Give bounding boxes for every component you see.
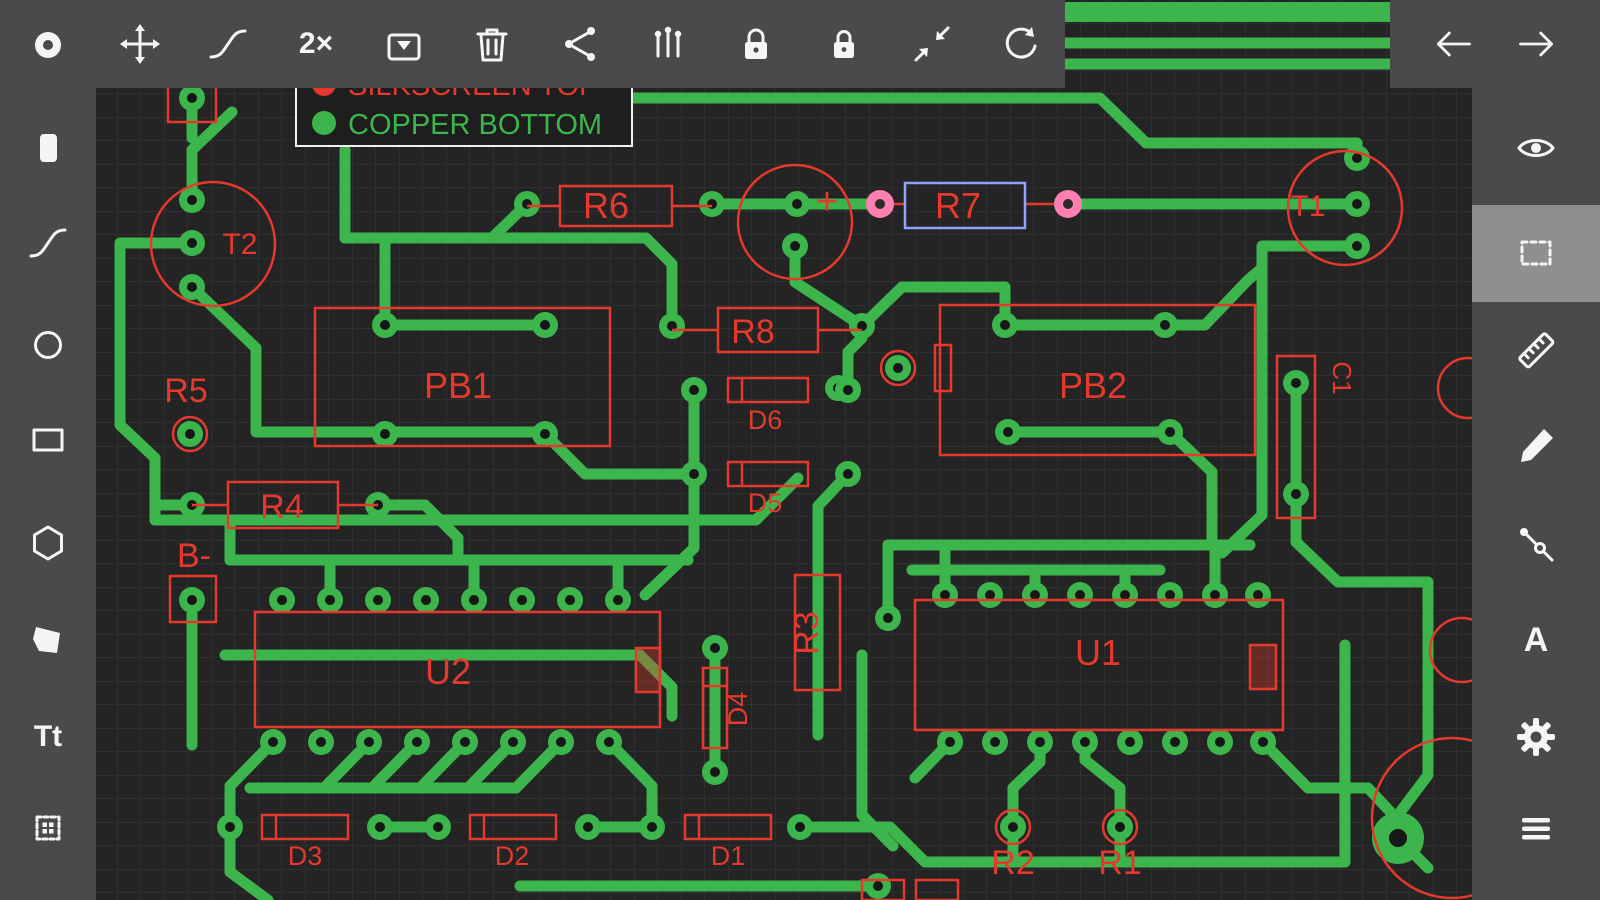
component-label: R8 [731,313,774,351]
component-label: D4 [723,692,753,727]
hexagon-tool-button[interactable] [20,515,76,571]
pad-round-icon [35,32,61,58]
route-trace-button[interactable] [200,16,256,72]
pin-header-icon [654,26,682,58]
hamburger-menu-icon [1522,818,1550,840]
component-label: D2 [495,841,530,871]
lock-alt-icon [834,30,854,58]
legend-label-copper: COPPER BOTTOM [348,109,602,141]
component-label: R3 [788,611,826,654]
undo-redo-nav [1390,0,1600,88]
text-tool-label: Tt [33,720,63,753]
import-box-icon [387,33,421,61]
pen-icon [1521,429,1553,462]
nodes-wire-icon [1520,528,1554,562]
import-component-button[interactable] [376,16,432,72]
view-tool-button[interactable] [1508,120,1564,176]
route-trace-icon [209,29,247,59]
back-button[interactable] [1425,16,1481,72]
net-share-icon [565,27,595,61]
hexagon-icon [33,525,63,561]
measure-tool-button[interactable] [1508,322,1564,378]
lock-alt-button[interactable] [816,16,872,72]
snap-merge-icon [914,26,950,62]
forward-button[interactable] [1509,16,1565,72]
component-label: D5 [748,488,783,518]
menu-button[interactable] [1508,800,1564,856]
polygon-tool-button[interactable] [20,612,76,668]
pcb-canvas[interactable]: T2 T1 + R6 R7 R8 PB1 PB2 R5 R4 B- R3 D6 D5 D4 U2 U1 D3 D2 D… [0,0,1600,900]
component-label: R7 [935,185,981,226]
component-label: + [816,181,838,223]
trace-icon [29,228,67,258]
select-tool-button[interactable] [1508,225,1564,281]
component-label: T1 [1290,190,1325,223]
lock-button[interactable] [728,16,784,72]
ic-chip-icon [35,815,61,841]
component-label: R2 [991,844,1034,882]
component-label: U1 [1075,632,1121,673]
ic-tool-button[interactable] [20,800,76,856]
rectangle-tool-button[interactable] [20,412,76,468]
snap-merge-button[interactable] [904,16,960,72]
component-label: R5 [164,372,207,410]
arrow-left-icon [1436,31,1471,57]
trash-icon [476,28,508,62]
component-label: B- [177,537,211,575]
move-icon [120,24,160,64]
lock-icon [745,28,767,59]
zoom-level-button[interactable]: 2× [288,16,344,72]
right-toolbar: A [1472,88,1600,900]
component-label: R4 [260,488,303,526]
net-button[interactable] [552,16,608,72]
component-label: PB1 [424,365,492,406]
zoom-level-label: 2× [298,27,334,60]
component-label: D3 [288,841,323,871]
component-label: D1 [711,841,746,871]
pad-round-tool-button[interactable] [20,17,76,73]
settings-button[interactable] [1508,709,1564,765]
component-label: C1 [1327,361,1357,394]
circle-icon [34,331,62,359]
component-label: PB2 [1059,365,1127,406]
text-annotation-button[interactable]: A [1508,612,1564,668]
move-tool-button[interactable] [112,16,168,72]
component-label: D6 [748,405,783,435]
ruler-icon [1518,332,1555,369]
component-label: U2 [425,651,471,692]
eye-icon [1517,139,1555,157]
text-tool-button[interactable]: Tt [20,709,76,765]
pad-rect-icon [40,134,57,162]
left-toolbar: Tt [0,0,96,900]
component-label: T2 [222,228,257,261]
gear-icon [1517,718,1555,756]
circle-tool-button[interactable] [20,317,76,373]
text-annotation-label: A [1523,621,1549,659]
component-label: R6 [583,185,629,226]
pcb-editor-window: T2 T1 + R6 R7 R8 PB1 PB2 R5 R4 B- R3 D6 D5 D4 U2 U1 D3 D2 D… [0,0,1600,900]
marquee-select-icon [1520,240,1552,266]
rotate-button[interactable] [992,16,1048,72]
pins-button[interactable] [640,16,696,72]
polygon-icon [33,627,60,653]
trace-tool-button[interactable] [20,215,76,271]
arrow-right-icon [1519,31,1554,57]
canvas-grid [0,0,1600,900]
rectangle-icon [32,428,64,452]
legend-dot-copper [312,111,336,135]
top-toolbar: 2× [96,0,1065,88]
nodes-tool-button[interactable] [1508,514,1564,570]
component-label: R1 [1098,844,1141,882]
rotate-icon [1005,27,1037,59]
pad-rect-tool-button[interactable] [20,120,76,176]
pen-tool-button[interactable] [1508,418,1564,474]
delete-button[interactable] [464,16,520,72]
